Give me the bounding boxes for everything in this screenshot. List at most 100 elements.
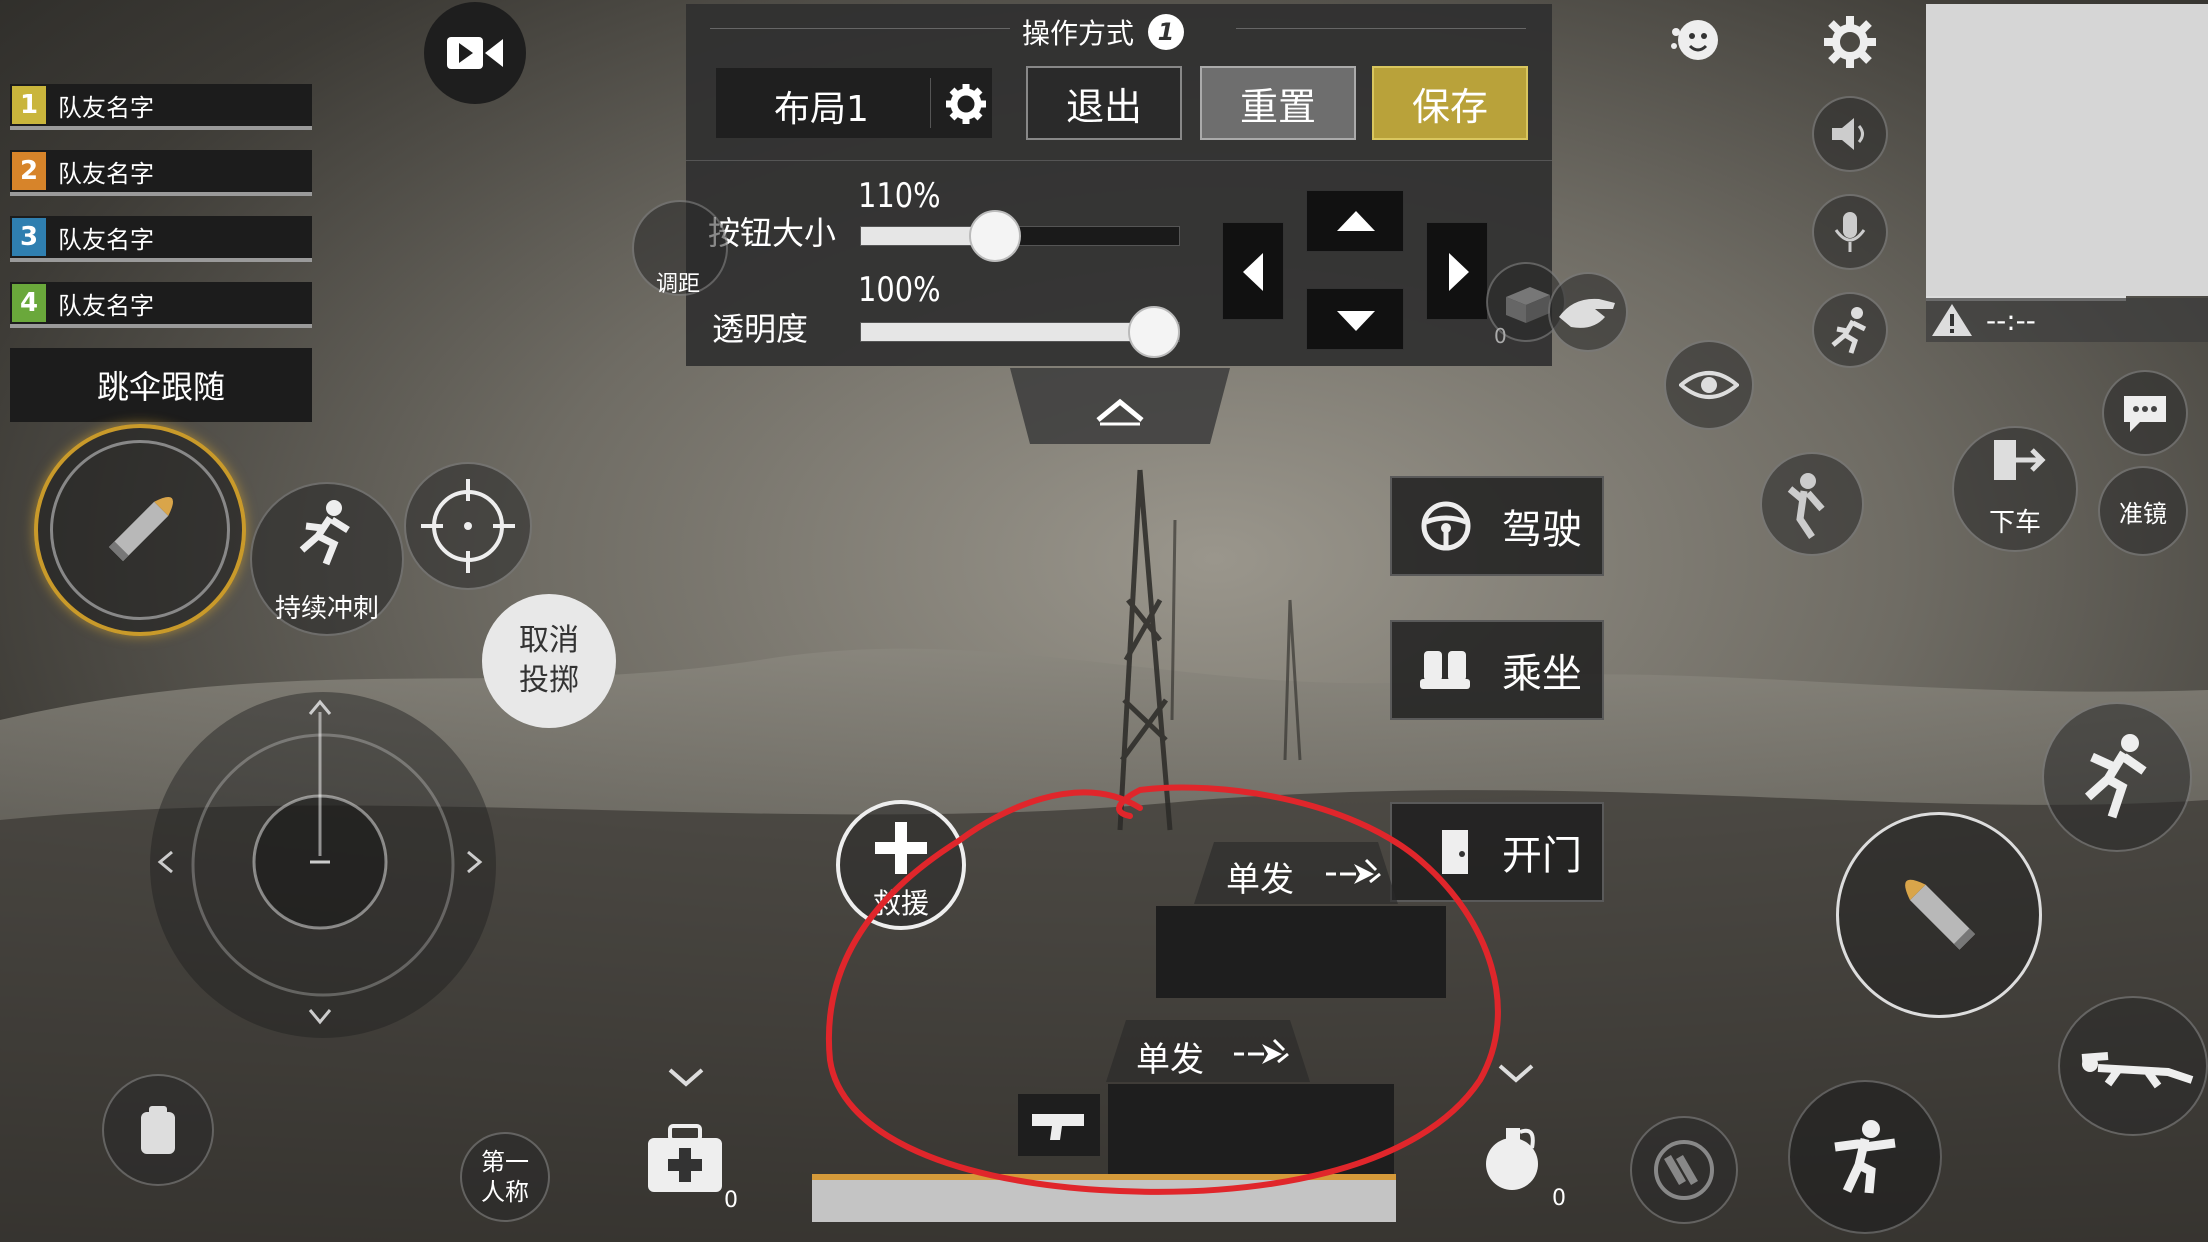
crate-icon [1506,287,1550,323]
info-icon[interactable]: 1 [1148,14,1185,50]
crouch-soldier-icon [1834,1120,1896,1194]
ammo-count: 0 [1494,324,1507,348]
minimap[interactable] [1926,4,2208,296]
first-person-line1: 第一 [481,1148,529,1176]
exit-vehicle-icon [1994,440,2046,480]
prone-button[interactable] [2058,996,2208,1136]
rescue-label: 救援 [872,887,929,920]
ride-button[interactable]: 乘坐 [1390,620,1604,720]
exit-button[interactable]: 退出 [1026,66,1182,140]
medkit-count: 0 [724,1188,738,1213]
weapon-slot-2[interactable] [1108,1084,1394,1176]
weapon-slot-1[interactable] [1156,906,1446,998]
fire-mode-slot-1[interactable]: 单发 [1194,842,1398,904]
chevron-down-icon[interactable] [666,1066,706,1090]
record-video-button[interactable] [424,2,526,104]
medkit-button[interactable] [640,1120,730,1200]
team-row: 2 队友名字 [10,150,312,196]
divider [930,78,931,128]
backpack-button[interactable] [102,1074,214,1186]
emote-button[interactable] [1662,6,1730,74]
movement-joystick[interactable] [150,692,496,1038]
opacity-slider[interactable] [860,306,1180,358]
speaker-icon [1832,118,1864,150]
slider-knob[interactable] [1127,306,1180,358]
single-fire-icon [1326,858,1381,884]
fire-button-left[interactable] [34,424,246,636]
fire-mode-label: 单发 [1136,1040,1204,1080]
open-door-label: 开门 [1502,833,1582,879]
sprint-button[interactable]: 持续冲刺 [250,482,404,636]
cancel-throw-line2: 投掷 [519,663,579,698]
auto-run-button[interactable] [1812,292,1888,368]
parachute-follow-button[interactable]: 跳伞跟随 [10,348,312,422]
get-off-vehicle-button[interactable]: 下车 [1952,426,2078,552]
prone-soldier-icon [2081,1052,2194,1089]
settings-button[interactable] [1812,4,1888,80]
layout-editor-panel: 操作方式 1 布局1 退出 重置 保存 按钮大小 110% 透明度 100% [686,4,1552,366]
reload-button[interactable] [1630,1116,1738,1224]
scope-label: 准镜 [2119,499,2167,528]
chevron-up-icon [1010,368,1230,444]
minimap-time: --:-- [1986,303,2036,337]
layout-selector[interactable]: 布局1 [716,68,992,138]
gear-icon[interactable] [944,82,988,126]
move-right-button[interactable] [1426,222,1488,320]
chat-button[interactable] [2102,370,2188,456]
collapse-panel-button[interactable] [1010,368,1230,444]
cancel-throw-button[interactable]: 取消 投掷 [482,594,616,728]
door-icon [1442,830,1468,874]
reset-button[interactable]: 重置 [1200,66,1356,140]
grenade-count: 0 [1552,1186,1566,1211]
jump-person-icon [2084,734,2147,819]
teammate-name: 队友名字 [58,291,154,320]
opacity-label: 透明度 [712,310,809,348]
peek-hand-button[interactable] [1548,272,1628,352]
free-look-button[interactable] [1664,340,1754,430]
crouch-button[interactable] [1788,1080,1942,1234]
drive-button[interactable]: 驾驶 [1390,476,1604,576]
fire-mode-label: 单发 [1226,860,1294,900]
move-up-button[interactable] [1306,190,1404,252]
sprint-person-icon [299,500,350,566]
button-size-slider[interactable] [860,210,1180,262]
move-left-button[interactable] [1222,222,1284,320]
panel-title-text: 操作方式 [1022,17,1135,50]
single-fire-icon [1234,1038,1289,1064]
fire-mode-slot-2[interactable]: 单发 [1106,1020,1310,1082]
lean-button[interactable] [1760,452,1864,556]
rescue-button[interactable]: 救援 [836,800,966,930]
fire-button-right[interactable] [1836,812,2042,1018]
medkit-icon [648,1124,722,1192]
speaker-button[interactable] [1812,96,1888,172]
arrow-right-icon [1449,253,1469,291]
slider-fill [861,323,1154,341]
running-person-icon [1831,307,1867,354]
panel-title: 操作方式 1 [1022,12,1185,52]
reload-ammo-icon [1654,1140,1714,1200]
scope-button[interactable]: 准镜 [2098,466,2188,556]
team-row: 4 队友名字 [10,282,312,328]
eye-icon [1679,371,1739,399]
open-door-button[interactable]: 开门 [1390,802,1604,902]
first-person-toggle[interactable]: 第一 人称 [460,1132,550,1222]
joystick-graphic [157,699,483,1025]
chevron-down-icon[interactable] [1496,1062,1536,1086]
team-row: 3 队友名字 [10,216,312,262]
jump-button[interactable] [2042,702,2192,852]
aim-crosshair-button[interactable] [404,462,532,590]
pistol-slot[interactable] [1018,1094,1100,1156]
microphone-button[interactable] [1812,194,1888,270]
move-down-button[interactable] [1306,288,1404,350]
microphone-icon [1834,212,1866,252]
distance-adjust-button[interactable]: 调距 [632,200,728,297]
soldier-lean-icon [1787,473,1825,539]
grenade-button[interactable] [1472,1112,1562,1202]
save-button[interactable]: 保存 [1372,66,1528,140]
slider-knob[interactable] [968,210,1021,262]
bullet-icon [1905,879,1976,950]
minimap-status-bar: --:-- [1926,298,2208,342]
video-camera-icon [447,37,503,69]
team-number: 1 [12,86,46,124]
arrow-up-icon [1337,211,1375,231]
